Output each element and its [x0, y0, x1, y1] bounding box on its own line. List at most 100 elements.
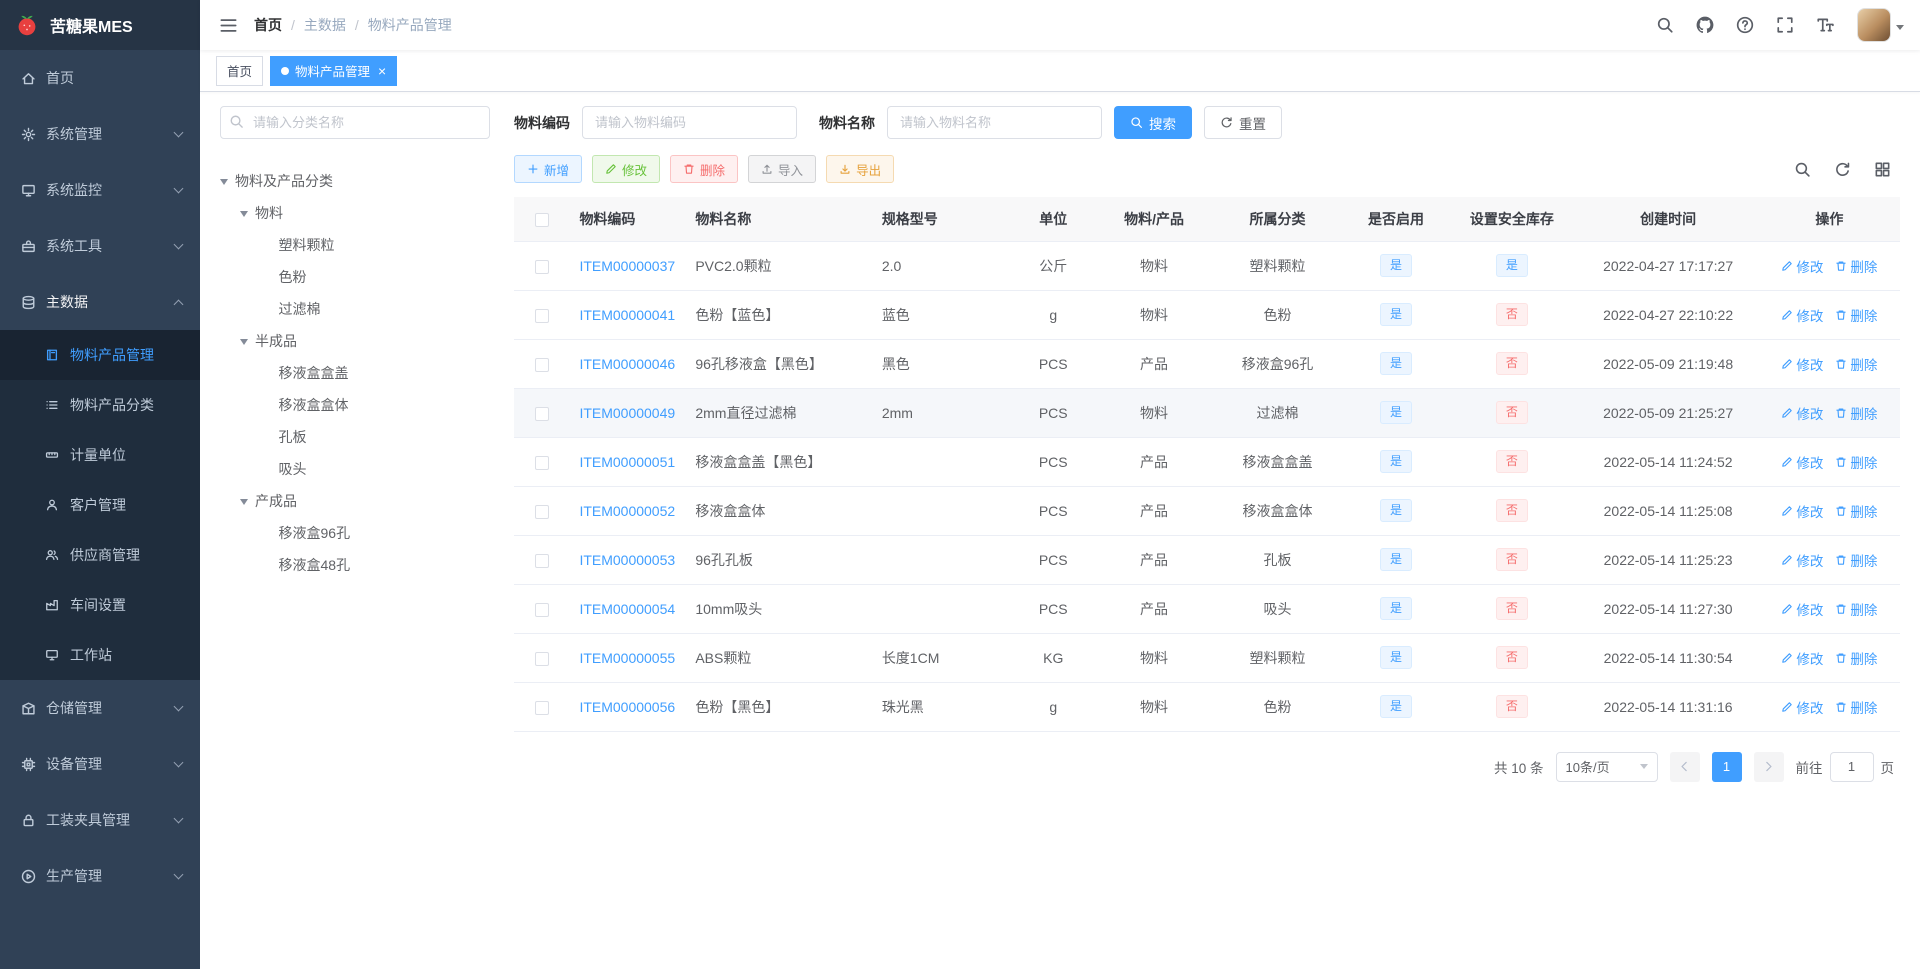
breadcrumb-item-home[interactable]: 首页 [254, 15, 282, 35]
sidebar-item-4[interactable]: 主数据 [0, 274, 200, 330]
row-edit-link[interactable]: 修改 [1781, 648, 1823, 668]
delete-button[interactable]: 删除 [670, 155, 739, 183]
add-button[interactable]: 新增 [514, 155, 583, 183]
sidebar-item-0[interactable]: 首页 [0, 50, 200, 106]
row-delete-link[interactable]: 删除 [1835, 403, 1877, 423]
row-delete-link[interactable]: 删除 [1835, 256, 1877, 276]
row-edit-link[interactable]: 修改 [1781, 550, 1823, 570]
row-checkbox[interactable] [534, 259, 549, 274]
sidebar-item-3[interactable]: 系统工具 [0, 218, 200, 274]
export-button[interactable]: 导出 [826, 155, 895, 183]
row-edit-link[interactable]: 修改 [1781, 599, 1823, 619]
sidebar-subitem-4[interactable]: 供应商管理 [0, 530, 200, 580]
fullscreen-icon[interactable] [1773, 13, 1797, 37]
search-button[interactable]: 搜索 [1114, 106, 1192, 139]
tree-node-9[interactable]: 吸头 [220, 453, 490, 485]
row-edit-link[interactable]: 修改 [1781, 354, 1823, 374]
breadcrumb-item-master-data[interactable]: 主数据 [304, 15, 346, 35]
tab-home[interactable]: 首页 [216, 55, 264, 86]
row-checkbox[interactable] [534, 308, 549, 323]
tab-material-product[interactable]: 物料产品管理 × [270, 55, 398, 86]
row-delete-link[interactable]: 删除 [1835, 305, 1877, 325]
tree-node-11[interactable]: 移液盒96孔 [220, 517, 490, 549]
sidebar-item-2[interactable]: 系统监控 [0, 162, 200, 218]
row-checkbox[interactable] [534, 602, 549, 617]
tree-node-10[interactable]: 产成品 [220, 485, 490, 517]
row-checkbox[interactable] [534, 406, 549, 421]
row-checkbox[interactable] [534, 455, 549, 470]
help-icon[interactable] [1733, 13, 1757, 37]
material-name-input[interactable] [887, 106, 1102, 139]
material-code-input[interactable] [582, 106, 797, 139]
row-checkbox[interactable] [534, 553, 549, 568]
sidebar-subitem-6[interactable]: 工作站 [0, 630, 200, 680]
row-delete-link[interactable]: 删除 [1835, 697, 1877, 717]
import-button[interactable]: 导入 [748, 155, 817, 183]
search-icon[interactable] [1653, 13, 1677, 37]
row-checkbox[interactable] [534, 504, 549, 519]
github-icon[interactable] [1693, 13, 1717, 37]
search-icon[interactable] [1790, 157, 1814, 181]
sidebar-item-1[interactable]: 系统管理 [0, 106, 200, 162]
row-delete-link[interactable]: 删除 [1835, 648, 1877, 668]
tree-node-7[interactable]: 移液盒盒体 [220, 389, 490, 421]
edit-button[interactable]: 修改 [592, 155, 661, 183]
refresh-icon[interactable] [1830, 157, 1854, 181]
tree-node-2[interactable]: 塑料颗粒 [220, 229, 490, 261]
tree-node-6[interactable]: 移液盒盒盖 [220, 357, 490, 389]
page-size-select[interactable]: 10条/页 [1555, 751, 1658, 782]
row-edit-link[interactable]: 修改 [1781, 452, 1823, 472]
row-edit-link[interactable]: 修改 [1781, 501, 1823, 521]
close-icon[interactable]: × [378, 64, 386, 78]
material-code-link[interactable]: ITEM00000056 [579, 699, 675, 715]
material-code-link[interactable]: ITEM00000052 [579, 503, 675, 519]
row-delete-link[interactable]: 删除 [1835, 452, 1877, 472]
material-code-link[interactable]: ITEM00000037 [579, 258, 675, 274]
tree-node-0[interactable]: 物料及产品分类 [220, 165, 490, 197]
tree-node-8[interactable]: 孔板 [220, 421, 490, 453]
row-delete-link[interactable]: 删除 [1835, 599, 1877, 619]
sidebar-item-7[interactable]: 工装夹具管理 [0, 792, 200, 848]
select-all-checkbox[interactable] [534, 212, 549, 227]
reset-button[interactable]: 重置 [1204, 106, 1282, 139]
material-code-link[interactable]: ITEM00000046 [579, 356, 675, 372]
tree-node-1[interactable]: 物料 [220, 197, 490, 229]
sidebar-item-5[interactable]: 仓储管理 [0, 680, 200, 736]
category-search-input[interactable] [220, 106, 490, 139]
sidebar-item-6[interactable]: 设备管理 [0, 736, 200, 792]
app-logo[interactable]: 苦糖果MES [0, 0, 200, 50]
material-code-link[interactable]: ITEM00000041 [579, 307, 675, 323]
row-delete-link[interactable]: 删除 [1835, 354, 1877, 374]
tree-node-12[interactable]: 移液盒48孔 [220, 549, 490, 581]
material-code-link[interactable]: ITEM00000051 [579, 454, 675, 470]
sidebar-subitem-2[interactable]: 计量单位 [0, 430, 200, 480]
next-page-button[interactable] [1753, 751, 1784, 782]
tree-node-5[interactable]: 半成品 [220, 325, 490, 357]
row-edit-link[interactable]: 修改 [1781, 697, 1823, 717]
avatar[interactable] [1857, 8, 1891, 42]
sidebar-subitem-0[interactable]: 物料产品管理 [0, 330, 200, 380]
row-edit-link[interactable]: 修改 [1781, 305, 1823, 325]
prev-page-button[interactable] [1669, 751, 1700, 782]
row-edit-link[interactable]: 修改 [1781, 256, 1823, 276]
sidebar-item-8[interactable]: 生产管理 [0, 848, 200, 904]
page-1-button[interactable]: 1 [1711, 751, 1742, 782]
sidebar-subitem-1[interactable]: 物料产品分类 [0, 380, 200, 430]
grid-icon[interactable] [1870, 157, 1894, 181]
sidebar-subitem-5[interactable]: 车间设置 [0, 580, 200, 630]
tree-node-3[interactable]: 色粉 [220, 261, 490, 293]
tree-node-4[interactable]: 过滤棉 [220, 293, 490, 325]
user-menu[interactable] [1857, 8, 1904, 42]
row-delete-link[interactable]: 删除 [1835, 550, 1877, 570]
row-checkbox[interactable] [534, 357, 549, 372]
material-code-link[interactable]: ITEM00000055 [579, 650, 675, 666]
row-checkbox[interactable] [534, 700, 549, 715]
material-code-link[interactable]: ITEM00000053 [579, 552, 675, 568]
row-checkbox[interactable] [534, 651, 549, 666]
material-code-link[interactable]: ITEM00000049 [579, 405, 675, 421]
hamburger-icon[interactable] [216, 13, 240, 37]
row-edit-link[interactable]: 修改 [1781, 403, 1823, 423]
sidebar-subitem-3[interactable]: 客户管理 [0, 480, 200, 530]
font-size-icon[interactable] [1813, 13, 1837, 37]
goto-page-input[interactable] [1829, 751, 1874, 782]
